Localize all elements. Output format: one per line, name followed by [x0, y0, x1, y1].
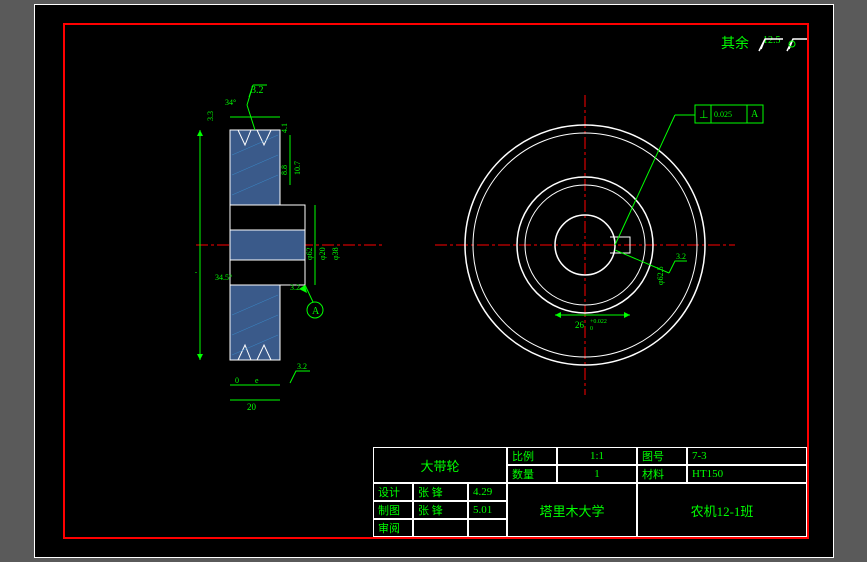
section-view: φ93.2 φ100 3.3 4.1 3.2 34°	[195, 75, 385, 435]
school: 塔里木大学	[507, 483, 637, 537]
dim-26: 26	[575, 320, 585, 330]
material-label: 材料	[637, 465, 687, 483]
sf-bot: 3.2	[297, 362, 307, 371]
draft-date: 5.01	[468, 501, 507, 519]
tol-ref: A	[751, 109, 759, 120]
rest-label: 其余	[721, 35, 749, 52]
tol-plus: +0.022	[590, 319, 607, 325]
tol-val: 0.025	[714, 110, 732, 119]
sf-32-mid: 3.2	[290, 283, 300, 292]
angle-345: 34.5°	[215, 273, 232, 282]
cad-canvas: 其余 12.5 φ93.2 φ100	[34, 4, 834, 558]
qty-value: 1	[557, 465, 637, 483]
phi-625: φ62.5	[656, 266, 665, 285]
datum-a: A	[312, 306, 320, 317]
drawing-no-label: 图号	[637, 447, 687, 465]
class: 农机12-1班	[637, 483, 807, 537]
ratio-label: 比例	[507, 447, 557, 465]
dim-phi100: φ100	[195, 256, 197, 275]
rest-value: 12.5	[763, 35, 781, 46]
dim-0: 0	[235, 376, 239, 385]
angle-34: 34°	[225, 98, 236, 107]
review-name	[413, 519, 468, 537]
dim-107: 10.7	[293, 161, 302, 175]
dim-phi20: φ20	[318, 247, 327, 260]
part-name: 大带轮	[373, 447, 507, 483]
review-date	[468, 519, 507, 537]
draft-name: 张 锋	[413, 501, 468, 519]
draft-label: 制图	[373, 501, 413, 519]
dim-33: 3.3	[206, 111, 215, 121]
design-label: 设计	[373, 483, 413, 501]
dim-phi62: φ62	[305, 247, 314, 260]
qty-label: 数量	[507, 465, 557, 483]
tol-sym: ⊥	[699, 109, 709, 121]
drawing-no-value: 7-3	[687, 447, 807, 465]
material-value: HT150	[687, 465, 807, 483]
dim-20b: 20	[247, 402, 257, 412]
global-roughness: 其余 12.5	[721, 33, 811, 63]
dim-41: 4.1	[280, 123, 289, 133]
ratio-value: 1:1	[557, 447, 637, 465]
front-view: ⊥ 0.025 A 3.2 φ62.5 26 +0.022 0	[435, 85, 785, 435]
dim-88: 8.8	[280, 165, 289, 175]
sf-32-front: 3.2	[676, 252, 686, 261]
dim-e: e	[255, 376, 259, 385]
design-name: 张 锋	[413, 483, 468, 501]
design-date: 4.29	[468, 483, 507, 501]
review-label: 审阅	[373, 519, 413, 537]
drawing-frame: 其余 12.5 φ93.2 φ100	[63, 23, 809, 539]
dim-phi38: φ38	[331, 247, 340, 260]
tol-minus: 0	[590, 326, 593, 332]
